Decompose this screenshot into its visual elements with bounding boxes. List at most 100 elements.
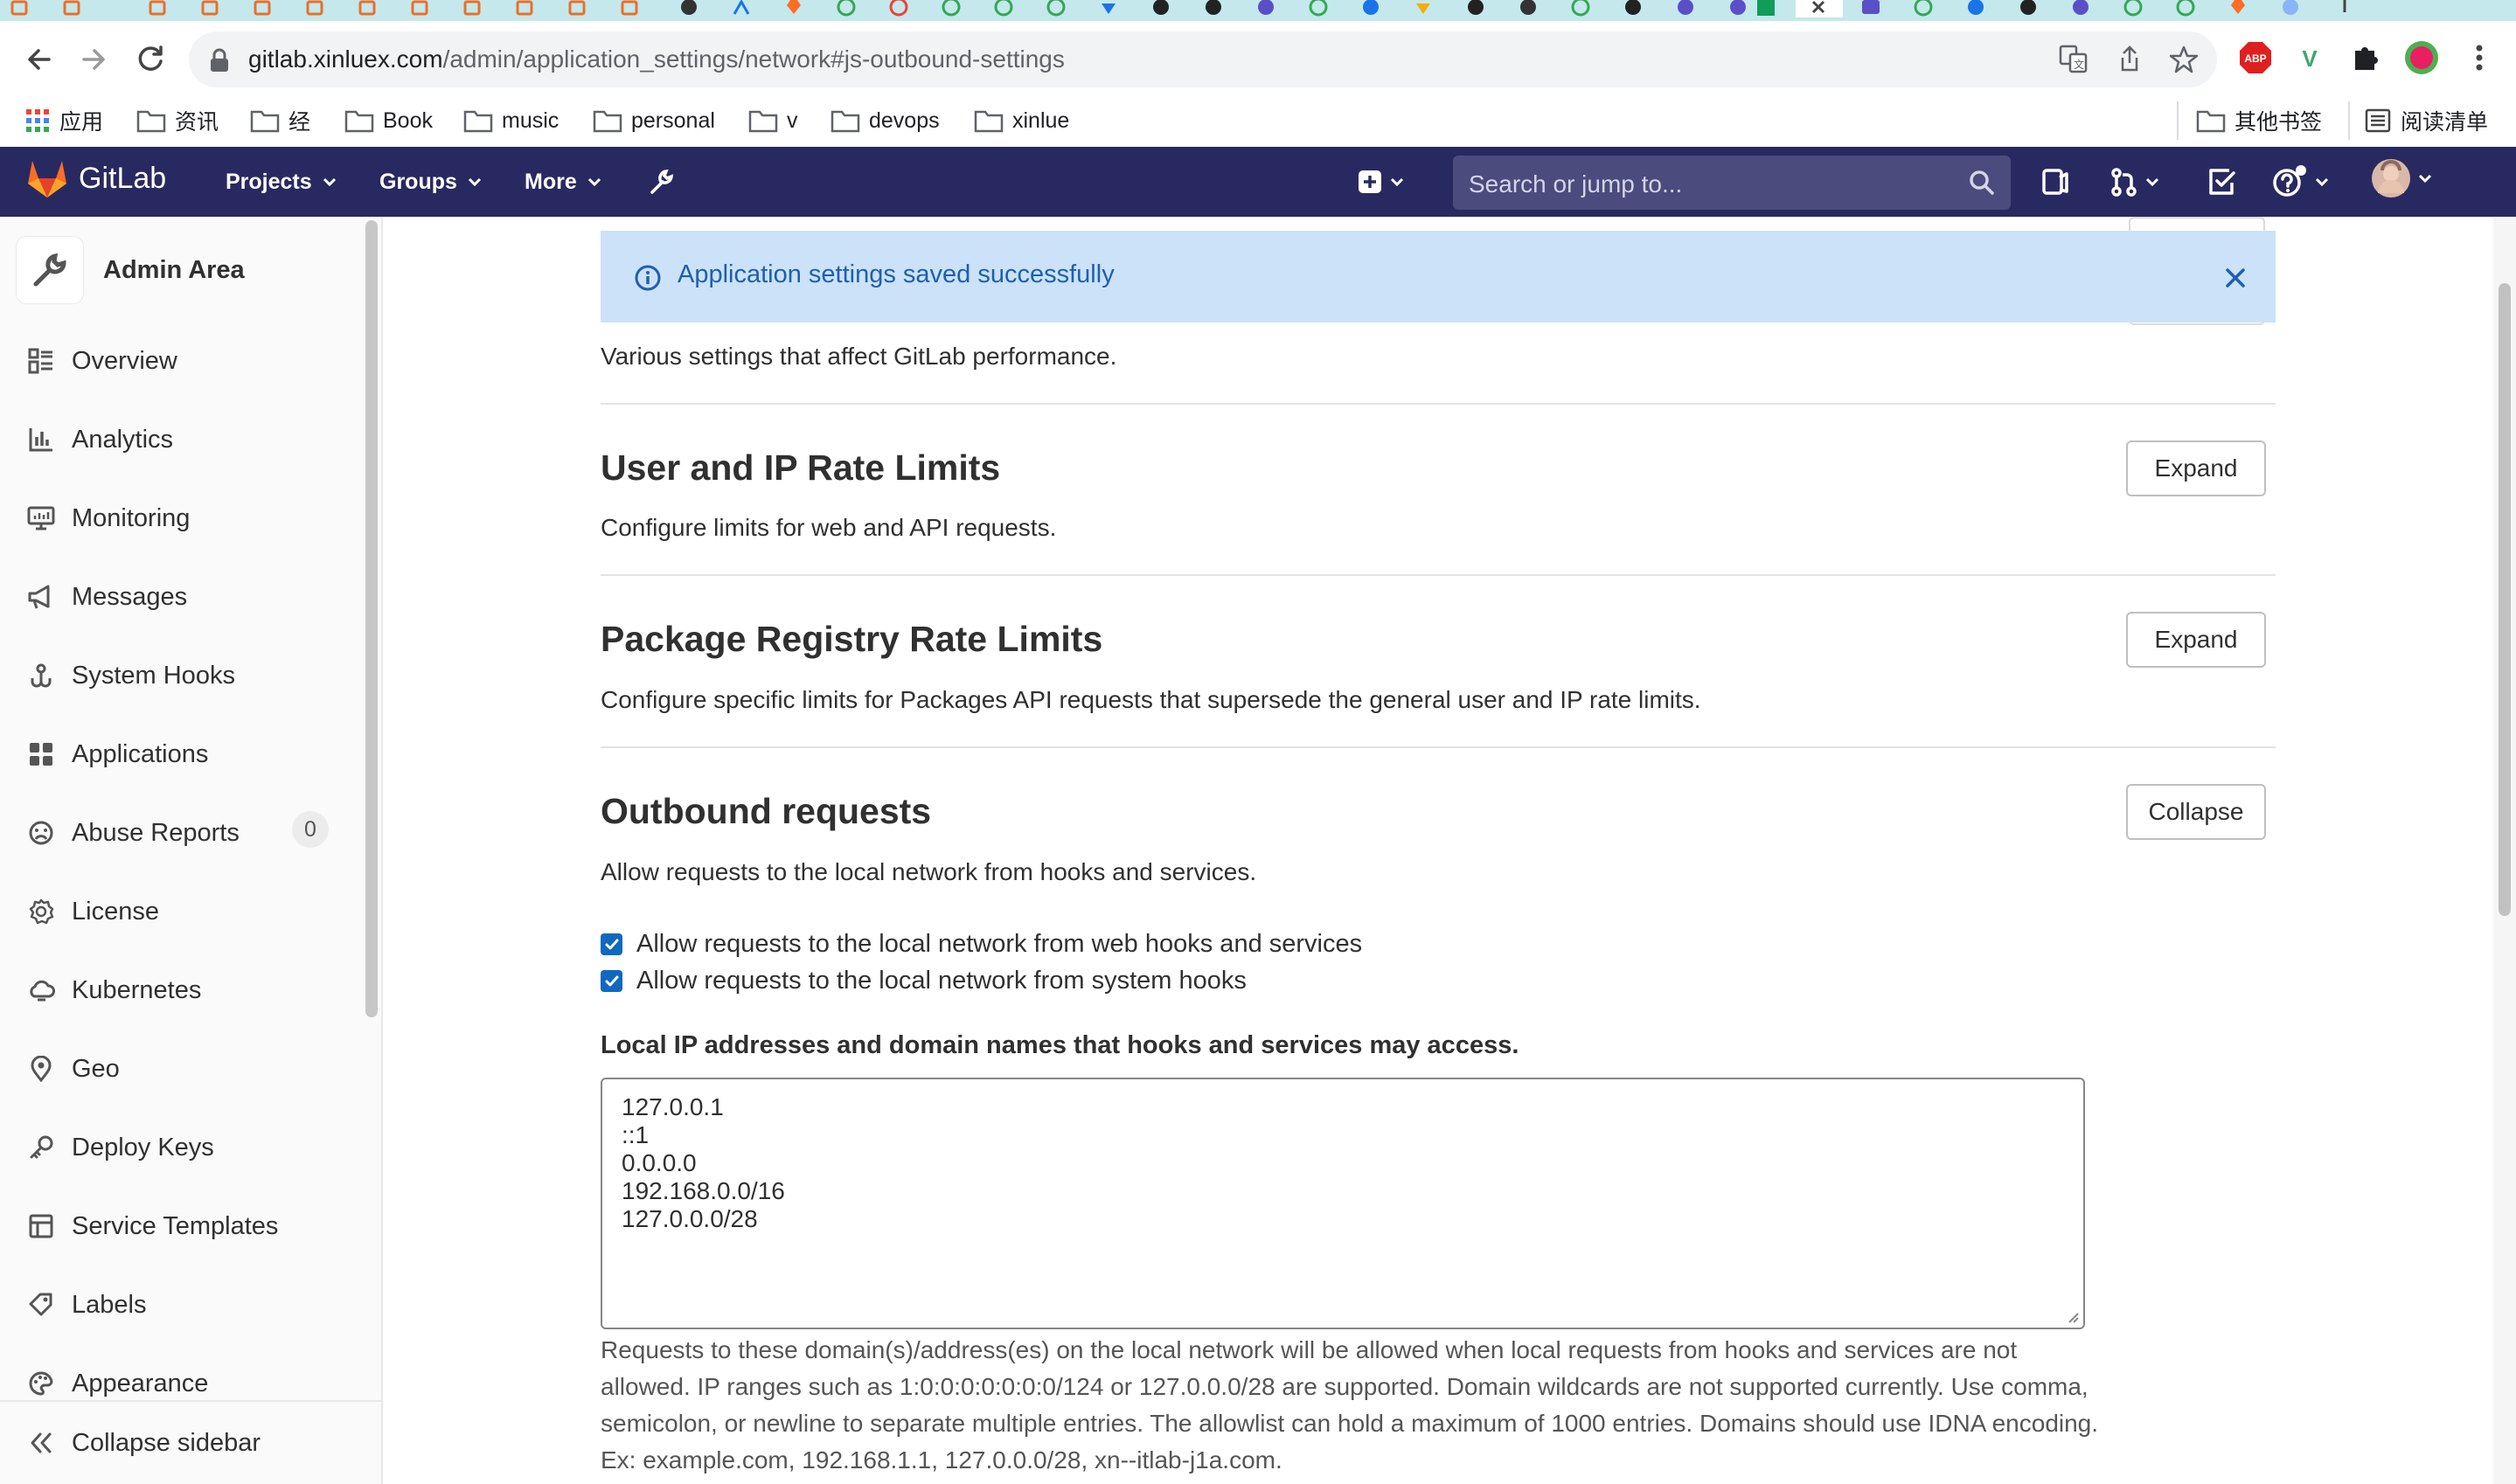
todos-icon[interactable] [2207,166,2236,198]
browser-tab[interactable] [1201,0,1226,17]
lock-icon[interactable] [208,47,231,73]
browser-tab[interactable] [782,0,806,17]
browser-tab[interactable] [7,0,31,17]
more-menu[interactable]: More [525,166,603,198]
browser-tab[interactable] [991,0,1016,17]
issues-icon[interactable] [2040,166,2070,198]
share-icon[interactable] [2114,44,2145,75]
collapse-sidebar-button[interactable]: Collapse sidebar [26,1421,261,1465]
browser-tab-active[interactable] [1796,0,1843,17]
browser-tab[interactable] [1463,0,1488,17]
search-input[interactable]: Search or jump to... [1453,156,2011,210]
sidebar-item-geo[interactable]: Geo [26,1047,120,1091]
browser-tab[interactable] [1673,0,1698,17]
sidebar-item-license[interactable]: License [26,890,159,933]
bookmark-folder[interactable]: v [748,103,798,138]
browser-tab[interactable] [2121,0,2145,17]
sidebar-scrollbar[interactable] [365,220,378,1017]
browser-tab[interactable] [2226,0,2250,17]
browser-tab[interactable] [1306,0,1331,17]
back-arrow-icon[interactable] [19,40,58,79]
groups-menu[interactable]: Groups [379,166,483,198]
browser-tab[interactable] [2016,0,2040,17]
reading-list[interactable]: 阅读清单 [2364,103,2488,138]
browser-tab[interactable] [250,0,275,17]
sidebar-item-analytics[interactable]: Analytics [26,418,173,461]
bookmark-folder[interactable]: Book [344,103,433,138]
browser-tab[interactable] [2068,0,2093,17]
browser-tab[interactable] [1726,0,1750,17]
browser-tab[interactable] [302,0,327,17]
sidebar-item-applications[interactable]: Applications [26,732,208,776]
vue-extension-icon[interactable]: V [2290,38,2329,77]
browser-tab[interactable] [677,0,701,17]
browser-tab[interactable] [460,0,484,17]
browser-tab[interactable] [939,0,963,17]
sidebar-item-abuse-reports[interactable]: Abuse Reports [26,811,240,855]
browser-tab[interactable] [512,0,537,17]
sidebar-item-overview[interactable]: Overview [26,339,177,383]
allow-local-requests-system-hooks-option[interactable]: Allow requests to the local network from… [601,967,1247,995]
browser-tab[interactable] [198,0,222,17]
merge-requests-menu[interactable] [2109,166,2161,198]
projects-menu[interactable]: Projects [226,166,338,198]
help-menu[interactable] [2271,165,2331,198]
browser-tab[interactable] [1963,0,1988,17]
forward-arrow-icon[interactable] [75,40,114,79]
browser-tab[interactable] [886,0,911,17]
new-tab-plus-icon[interactable] [2332,0,2357,17]
browser-tab[interactable] [1911,0,1936,17]
bookmark-folder[interactable]: 经 [250,103,310,138]
browser-tab[interactable] [145,0,170,17]
url-text[interactable]: gitlab.xinluex.com/admin/application_set… [248,45,1065,73]
allow-system-hooks-checkbox[interactable] [601,970,622,992]
allow-web-hooks-checkbox[interactable] [601,933,622,955]
browser-menu-icon[interactable] [2460,38,2499,77]
browser-tab[interactable] [729,0,754,17]
sidebar-item-deploy-keys[interactable]: Deploy Keys [26,1126,214,1169]
browser-tab[interactable] [1254,0,1278,17]
bookmark-folder[interactable]: 资讯 [136,103,219,138]
bookmark-folder[interactable]: music [463,103,559,138]
bookmark-folder[interactable]: xinlue [974,103,1069,138]
browser-tab[interactable] [2278,0,2303,17]
gitlab-home-link[interactable]: GitLab [24,161,166,198]
sidebar-item-labels[interactable]: Labels [26,1283,146,1327]
browser-tab[interactable] [1359,0,1383,17]
bookmark-folder[interactable]: personal [593,103,715,138]
sidebar-item-service-templates[interactable]: Service Templates [26,1204,278,1248]
translate-icon[interactable]: 文 [2058,44,2089,75]
sidebar-item-messages[interactable]: Messages [26,575,187,619]
bookmark-other[interactable]: 其他书签 [2196,103,2322,138]
browser-tab[interactable] [59,0,84,17]
collapse-outbound-requests-button[interactable]: Collapse [2126,784,2266,840]
browser-tab[interactable] [407,0,432,17]
browser-tab[interactable] [565,0,589,17]
browser-tab[interactable] [1568,0,1593,17]
browser-tab[interactable] [1516,0,1540,17]
sidebar-item-system-hooks[interactable]: System Hooks [26,654,235,697]
user-menu[interactable] [2371,159,2434,198]
close-icon[interactable] [2223,266,2248,290]
bookmark-apps[interactable]: 应用 [24,103,103,138]
sidebar-header[interactable]: Admin Area [16,236,245,304]
resize-handle-icon[interactable] [2066,1310,2080,1324]
browser-tab[interactable] [1044,0,1068,17]
new-item-menu[interactable] [1357,166,1406,198]
browser-tab[interactable] [1859,0,1883,17]
browser-tab[interactable] [1096,0,1121,17]
browser-tab[interactable] [1411,0,1435,17]
browser-tab[interactable] [1149,0,1173,17]
bookmark-star-icon[interactable] [2168,44,2200,75]
sidebar-item-monitoring[interactable]: Monitoring [26,496,190,540]
allow-local-requests-web-hooks-option[interactable]: Allow requests to the local network from… [601,930,1362,959]
sidebar-item-appearance[interactable]: Appearance [26,1362,208,1405]
admin-wrench-icon[interactable] [645,166,677,198]
browser-tab[interactable] [834,0,858,17]
profile-avatar-icon[interactable] [2402,38,2441,77]
page-scrollbar-thumb[interactable] [2499,283,2511,916]
browser-tab[interactable] [1621,0,1645,17]
browser-tab[interactable] [355,0,379,17]
reload-icon[interactable] [131,40,170,79]
extensions-puzzle-icon[interactable] [2346,38,2385,77]
